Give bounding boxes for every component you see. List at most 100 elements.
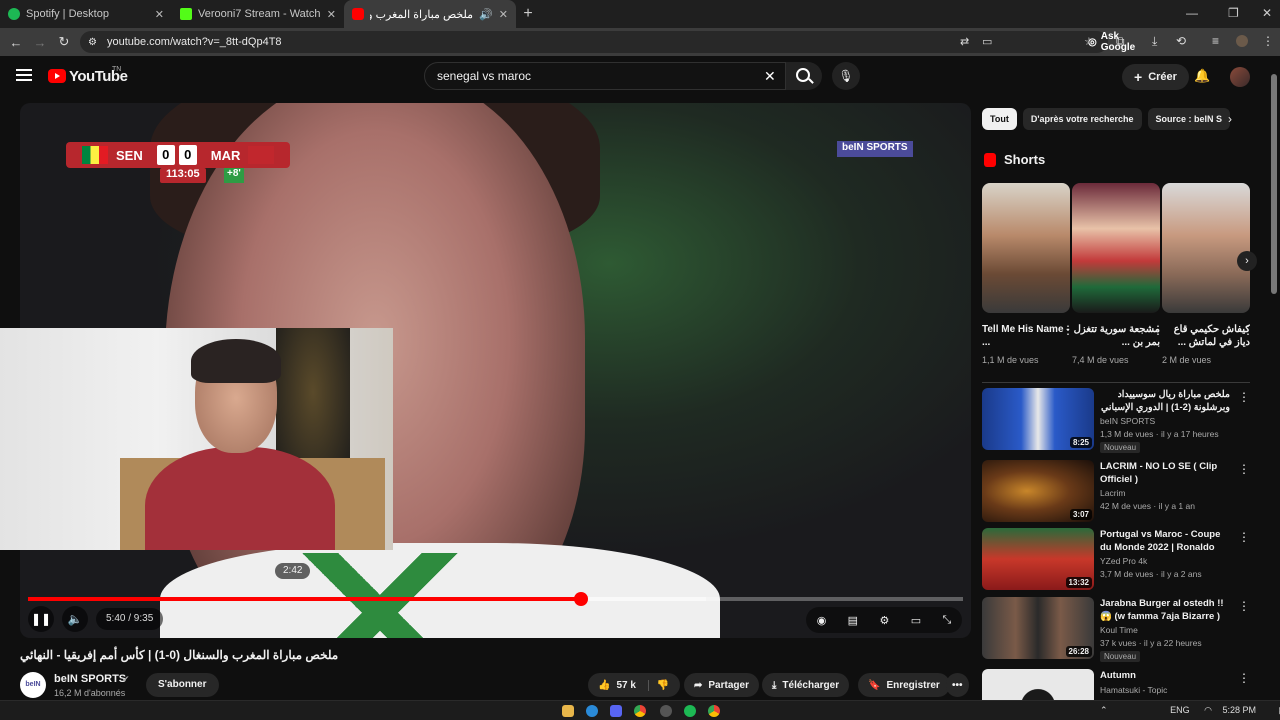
page-scrollbar[interactable]	[1271, 74, 1277, 294]
close-window-icon[interactable]: ✕	[1262, 6, 1272, 20]
short-card[interactable]: كيفاش حكيمي قاع دياز في لماتش ... 2 M de…	[1162, 183, 1254, 365]
video-menu-icon[interactable]: ⋮	[1238, 530, 1250, 544]
pause-icon[interactable]: ❚❚	[28, 606, 54, 632]
shorts-icon	[984, 153, 996, 167]
download-icon[interactable]: ⤓	[1152, 34, 1157, 49]
fullscreen-icon[interactable]: ⤡	[942, 614, 951, 627]
bookmark-star-icon[interactable]: ☆	[1084, 35, 1094, 48]
clock-time[interactable]: 5:28 PM	[1222, 705, 1256, 715]
subscribe-button[interactable]: S'abonner	[146, 673, 219, 697]
new-tab-button[interactable]: +	[516, 0, 540, 28]
video-menu-icon[interactable]: ⋮	[1238, 462, 1250, 476]
reload-icon[interactable]: ↻	[52, 34, 76, 50]
tab-spotify[interactable]: Spotify | Desktop ✕	[0, 0, 172, 28]
short-card[interactable]: Tell Me His Name - ... 1,1 M de vues ⋮	[982, 183, 1074, 365]
history-icon[interactable]: ⟲	[1176, 34, 1186, 48]
url-text: youtube.com/watch?v=_8tt-dQp4T8	[106, 36, 282, 48]
tab-close-icon[interactable]: ✕	[155, 8, 164, 21]
hamburger-menu-icon[interactable]	[16, 69, 32, 81]
translate-icon[interactable]: ⇄	[960, 35, 969, 48]
channel-name[interactable]: Lacrim	[1100, 488, 1126, 498]
channel-name[interactable]: Koul Time	[1100, 625, 1138, 635]
shorts-heading: Shorts	[1004, 152, 1046, 167]
chip-all[interactable]: Tout	[982, 108, 1017, 130]
search-input[interactable]: senegal vs maroc	[424, 62, 786, 90]
media-icon[interactable]: ≡	[1212, 34, 1219, 48]
edge-icon[interactable]	[586, 705, 598, 717]
language-indicator[interactable]: ENG	[1170, 705, 1190, 715]
recommended-video[interactable]: Autumn Hamatsuki - Topic ⋮	[982, 669, 1250, 700]
chrome-icon[interactable]	[708, 705, 720, 717]
chip-related[interactable]: D'après votre recherche	[1022, 108, 1142, 130]
channel-name[interactable]: beIN SPORTS	[1100, 416, 1155, 426]
create-button[interactable]: + Créer	[1122, 64, 1189, 90]
theater-mode-icon[interactable]: ▭	[911, 614, 921, 627]
cast-icon[interactable]: ▭	[982, 35, 992, 48]
recommended-video[interactable]: 26:28 Jarabna Burger al ostedh !! 😱 (w f…	[982, 597, 1250, 662]
share-button[interactable]: ➦ Partager	[684, 673, 759, 697]
forward-icon[interactable]: →	[28, 35, 52, 50]
profile-avatar[interactable]	[1236, 35, 1248, 47]
recommended-video[interactable]: 8:25 ملخص مباراة ريال سوسييداد وبرشلونة …	[982, 388, 1250, 453]
progress-bar[interactable]	[28, 597, 963, 601]
recommended-video[interactable]: 3:07 LACRIM - NO LO SE ( Clip Officiel )…	[982, 460, 1250, 522]
address-bar[interactable]: ⚙ youtube.com/watch?v=_8tt-dQp4T8 ⇄ ▭ ◎ …	[80, 31, 1135, 53]
menu-icon[interactable]: ⋮	[1262, 34, 1274, 48]
autoplay-toggle-icon[interactable]: ◉	[817, 614, 827, 627]
account-avatar[interactable]	[1230, 67, 1250, 87]
chrome-icon[interactable]	[634, 705, 646, 717]
chip-source[interactable]: Source : beIN S	[1147, 108, 1231, 130]
like-count[interactable]: 57 k	[616, 680, 635, 691]
spotify-taskbar-icon[interactable]	[684, 705, 696, 717]
extensions-icon[interactable]: ⧉	[1116, 34, 1125, 49]
channel-name[interactable]: beIN SPORTS	[54, 673, 126, 685]
video-thumbnail: 26:28	[982, 597, 1094, 659]
save-label: Enregistrer	[886, 679, 940, 691]
shorts-next-icon[interactable]: ›	[1237, 251, 1257, 271]
back-icon[interactable]: ←	[4, 35, 28, 50]
like-icon[interactable]: 👍	[598, 680, 610, 691]
scrubber-handle[interactable]	[573, 592, 588, 606]
channel-name[interactable]: YZed Pro 4k	[1100, 556, 1147, 566]
short-menu-icon[interactable]: ⋮	[1242, 323, 1254, 337]
video-meta: 1,3 M de vues · il y a 17 heures	[1100, 429, 1219, 439]
dislike-icon[interactable]: 👎	[647, 679, 669, 691]
video-duration: 13:32	[1065, 577, 1092, 588]
discord-icon[interactable]	[610, 705, 622, 717]
app-icon[interactable]	[660, 705, 672, 717]
subtitles-icon[interactable]: ▤	[848, 614, 858, 627]
settings-gear-icon[interactable]: ⚙	[879, 614, 889, 627]
video-menu-icon[interactable]: ⋮	[1238, 671, 1250, 685]
search-button[interactable]	[786, 62, 822, 90]
channel-avatar[interactable]: beIN	[20, 672, 46, 698]
tab-close-icon[interactable]: ✕	[327, 8, 336, 21]
away-team: MAR	[210, 147, 241, 163]
file-explorer-icon[interactable]	[562, 705, 574, 717]
tab-title: ملخص مباراة المغرب والسنغ	[370, 8, 474, 21]
restore-icon[interactable]: ❐	[1228, 6, 1239, 20]
video-meta: 42 M de vues · il y a 1 an	[1100, 501, 1195, 511]
video-menu-icon[interactable]: ⋮	[1238, 390, 1250, 404]
youtube-logo-icon[interactable]	[48, 69, 66, 83]
voice-search-icon[interactable]: 🎙	[832, 62, 860, 90]
short-card[interactable]: مشجعة سورية تتغزل بمر بن ... 7,4 M de vu…	[1072, 183, 1164, 365]
more-actions-icon[interactable]: •••	[946, 673, 969, 697]
share-label: Partager	[708, 679, 749, 691]
recommended-video[interactable]: 13:32 Portugal vs Maroc - Coupe du Monde…	[982, 528, 1250, 590]
tab-kick[interactable]: Veroonі7 Stream - Watch Live o ✕	[172, 0, 344, 28]
tab-youtube[interactable]: ملخص مباراة المغرب والسنغ 🔊 ✕	[344, 0, 516, 28]
tab-close-icon[interactable]: ✕	[499, 8, 508, 21]
volume-icon[interactable]: 🔈	[62, 606, 88, 632]
video-menu-icon[interactable]: ⋮	[1238, 599, 1250, 613]
site-info-icon[interactable]: ⚙	[88, 37, 97, 48]
download-button[interactable]: ⤓ Télécharger	[762, 673, 850, 697]
wifi-icon[interactable]: ◠	[1204, 705, 1212, 715]
notifications-bell-icon[interactable]: 🔔	[1194, 68, 1210, 84]
minimize-icon[interactable]: —	[1186, 6, 1198, 20]
save-button[interactable]: 🔖 Enregistrer	[858, 673, 950, 697]
tray-chevron-icon[interactable]: ⌃	[1100, 705, 1108, 715]
chevron-right-icon[interactable]: ›	[1228, 112, 1232, 126]
speaker-icon[interactable]: 🔊	[479, 8, 493, 21]
clear-search-icon[interactable]: ✕	[764, 68, 776, 85]
channel-name[interactable]: Hamatsuki - Topic	[1100, 685, 1167, 695]
